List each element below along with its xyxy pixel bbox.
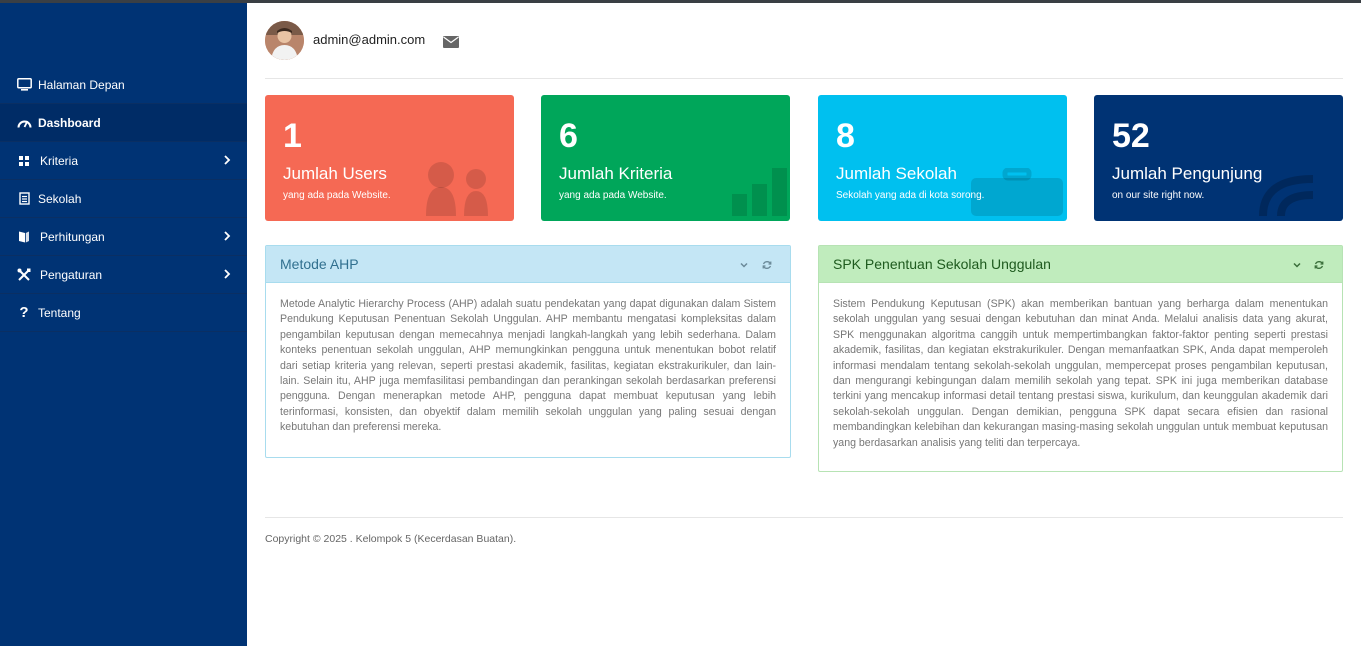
card-label: Jumlah Users bbox=[283, 164, 387, 183]
panel-header: Metode AHP bbox=[266, 246, 790, 283]
card-subtitle: on our site right now. bbox=[1112, 190, 1205, 201]
book-icon bbox=[16, 229, 32, 245]
sidebar-item-label: Tentang bbox=[38, 305, 81, 320]
collapse-chevron-icon[interactable] bbox=[1291, 258, 1303, 270]
panel-header: SPK Penentuan Sekolah Unggulan bbox=[819, 246, 1342, 283]
card-number: 8 bbox=[836, 117, 855, 155]
card-number: 6 bbox=[559, 117, 578, 155]
card-subtitle: yang ada pada Website. bbox=[559, 190, 667, 201]
question-icon: ? bbox=[19, 304, 29, 321]
panel-metode-ahp: Metode AHP Metode Analytic Hierarchy Pro… bbox=[265, 245, 791, 458]
users-icon bbox=[424, 161, 514, 221]
sidebar-item-label: Dashboard bbox=[38, 115, 101, 130]
sidebar-item-label: Kriteria bbox=[40, 153, 79, 168]
footer-copyright: Copyright © 2025 . Kelompok 5 (Kecerdasa… bbox=[265, 533, 517, 545]
sidebar-item-pengaturan[interactable]: Pengaturan bbox=[0, 256, 247, 294]
speedometer-icon bbox=[16, 115, 32, 131]
card-label: Jumlah Sekolah bbox=[836, 164, 957, 183]
envelope-icon[interactable] bbox=[443, 35, 459, 48]
card-number: 1 bbox=[283, 117, 302, 155]
sidebar-item-perhitungan[interactable]: Perhitungan bbox=[0, 218, 247, 256]
sidebar-item-sekolah[interactable]: Sekolah bbox=[0, 180, 247, 218]
sidebar: Halaman Depan Dashboard Kriteria Sekolah bbox=[0, 3, 247, 646]
card-jumlah-sekolah[interactable]: 8 Jumlah Sekolah Sekolah yang ada di kot… bbox=[818, 95, 1067, 221]
card-number: 52 bbox=[1112, 117, 1150, 155]
card-jumlah-kriteria[interactable]: 6 Jumlah Kriteria yang ada pada Website. bbox=[541, 95, 790, 221]
bar-chart-icon bbox=[720, 166, 790, 221]
avatar[interactable] bbox=[265, 21, 304, 60]
panel-spk-sekolah-unggulan: SPK Penentuan Sekolah Unggulan Sistem Pe… bbox=[818, 245, 1343, 472]
collapse-chevron-icon[interactable] bbox=[738, 258, 750, 270]
sidebar-menu: Halaman Depan Dashboard Kriteria Sekolah bbox=[0, 66, 247, 332]
sidebar-item-label: Halaman Depan bbox=[38, 77, 125, 92]
sidebar-item-tentang[interactable]: ? Tentang bbox=[0, 294, 247, 332]
chevron-right-icon bbox=[222, 230, 232, 242]
card-subtitle: yang ada pada Website. bbox=[283, 190, 391, 201]
signal-icon bbox=[1253, 171, 1343, 221]
sidebar-item-label: Pengaturan bbox=[40, 267, 103, 282]
card-label: Jumlah Pengunjung bbox=[1112, 164, 1263, 183]
card-subtitle: Sekolah yang ada di kota sorong. bbox=[836, 190, 985, 201]
grid-icon bbox=[16, 153, 32, 169]
user-header: admin@admin.com bbox=[265, 21, 1343, 79]
document-icon bbox=[16, 191, 32, 207]
card-label: Jumlah Kriteria bbox=[559, 164, 673, 183]
panel-title: SPK Penentuan Sekolah Unggulan bbox=[833, 256, 1051, 272]
sidebar-item-dashboard[interactable]: Dashboard bbox=[0, 104, 247, 142]
refresh-icon[interactable] bbox=[1313, 258, 1325, 270]
card-jumlah-pengunjung[interactable]: 52 Jumlah Pengunjung on our site right n… bbox=[1094, 95, 1343, 221]
tools-icon bbox=[16, 267, 32, 283]
panel-title: Metode AHP bbox=[280, 256, 359, 272]
card-jumlah-users[interactable]: 1 Jumlah Users yang ada pada Website. bbox=[265, 95, 514, 221]
main-content: admin@admin.com 1 Jumlah Users yang ada … bbox=[247, 3, 1361, 646]
user-email[interactable]: admin@admin.com bbox=[313, 32, 425, 47]
monitor-icon bbox=[16, 77, 32, 93]
panel-body: Metode Analytic Hierarchy Process (AHP) … bbox=[280, 298, 776, 434]
stats-cards: 1 Jumlah Users yang ada pada Website. 6 … bbox=[265, 95, 1343, 221]
sidebar-item-label: Sekolah bbox=[38, 191, 82, 206]
sidebar-item-halaman-depan[interactable]: Halaman Depan bbox=[0, 66, 247, 104]
chevron-right-icon bbox=[222, 154, 232, 166]
panel-body: Sistem Pendukung Keputusan (SPK) akan me… bbox=[833, 298, 1328, 449]
footer: Copyright © 2025 . Kelompok 5 (Kecerdasa… bbox=[265, 517, 1343, 545]
sidebar-item-kriteria[interactable]: Kriteria bbox=[0, 142, 247, 180]
sidebar-item-label: Perhitungan bbox=[40, 229, 105, 244]
refresh-icon[interactable] bbox=[761, 258, 773, 270]
chevron-right-icon bbox=[222, 268, 232, 280]
